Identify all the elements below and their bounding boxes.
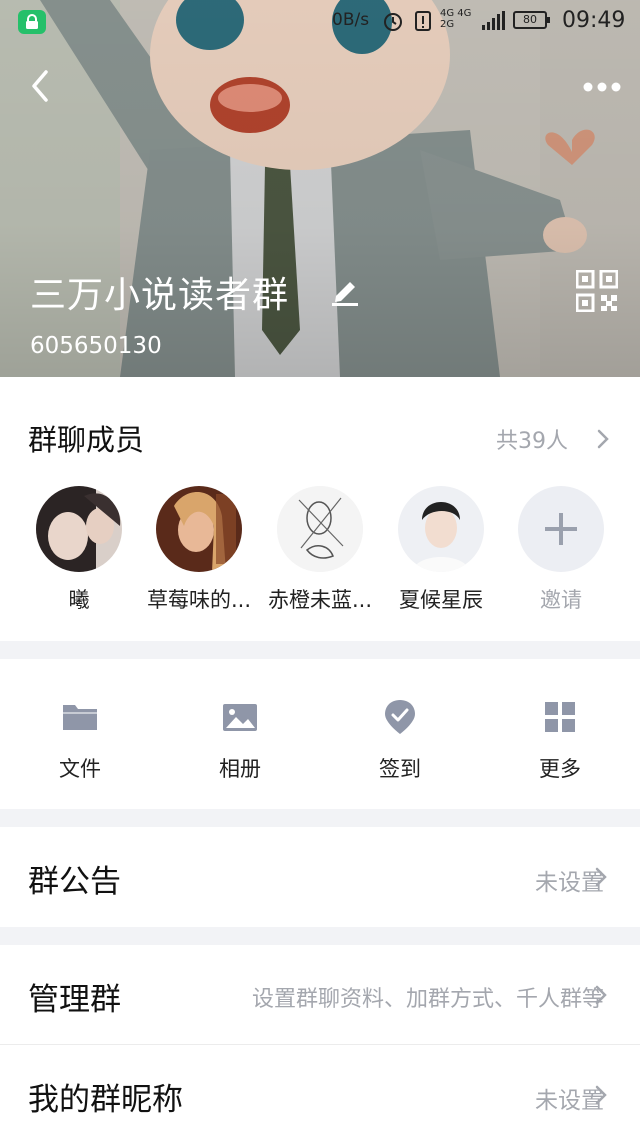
avatar (36, 486, 122, 572)
add-icon (518, 486, 604, 572)
battery-icon: 80 (513, 11, 550, 29)
checkin-button[interactable]: 签到 (340, 697, 460, 783)
action-label: 签到 (379, 757, 421, 781)
alarm-icon (384, 13, 402, 31)
member-name: 曦 (68, 588, 90, 612)
clock: 09:49 (562, 8, 626, 33)
member-name: 赤橙未蓝... (267, 588, 373, 612)
cover-shade (0, 0, 640, 377)
more-button[interactable]: 更多 (500, 697, 620, 783)
manage-group-row[interactable]: 管理群 设置群聊资料、加群方式、千人群等 (0, 945, 640, 1045)
group-name: 三万小说读者群 (30, 275, 290, 316)
files-button[interactable]: 文件 (20, 697, 140, 783)
action-label: 更多 (539, 757, 581, 781)
invite-label: 邀请 (540, 588, 582, 612)
folder-icon (63, 705, 97, 730)
row-label: 群公告 (28, 864, 121, 900)
edit-name-icon[interactable] (330, 276, 360, 306)
member-name: 夏候星辰 (399, 588, 483, 612)
row-value: 设置群聊资料、加群方式、千人群等 (251, 987, 604, 1012)
status-bar: 0B/s 4G 4G 2G 80 09:49 (0, 0, 640, 44)
members-count[interactable]: 共39人 (496, 423, 568, 455)
announcement-row[interactable]: 群公告 未设置 (0, 827, 640, 927)
checkin-icon (385, 700, 415, 734)
back-button[interactable] (26, 66, 56, 106)
image-icon (223, 704, 257, 731)
network-type: 4G 4G 2G (440, 8, 472, 30)
avatar (398, 486, 484, 572)
row-label: 我的群昵称 (28, 1082, 183, 1118)
group-profile-page: 0B/s 4G 4G 2G 80 09:49 三万小说读者群 605650130… (0, 0, 640, 1138)
member-item[interactable]: 夏候星辰 (380, 486, 502, 614)
member-item[interactable]: 草莓味的... (138, 486, 260, 614)
chevron-right-icon (595, 985, 607, 1005)
avatar (156, 486, 242, 572)
quick-actions: 文件 相册 签到 更多 (0, 659, 640, 809)
action-label: 相册 (219, 757, 261, 781)
chevron-right-icon (595, 1085, 607, 1105)
action-label: 文件 (59, 757, 101, 781)
group-id: 605650130 (30, 333, 162, 359)
notice-icon (415, 11, 431, 31)
net-speed: 0B/s (332, 10, 370, 30)
chevron-right-icon[interactable] (596, 428, 610, 450)
member-name: 草莓味的... (146, 588, 252, 612)
signal-icon (482, 11, 505, 30)
row-label: 管理群 (28, 982, 121, 1018)
member-item[interactable]: 曦 (18, 486, 140, 614)
chevron-right-icon (595, 867, 607, 887)
more-options-button[interactable] (578, 72, 626, 102)
qr-code-icon[interactable] (576, 270, 618, 312)
members-section: 群聊成员 共39人 曦 草莓味的... 赤橙未蓝... 夏候星辰 邀请 (0, 377, 640, 641)
album-button[interactable]: 相册 (180, 697, 300, 783)
header-cover: 0B/s 4G 4G 2G 80 09:49 三万小说读者群 605650130 (0, 0, 640, 377)
members-title: 群聊成员 (28, 423, 145, 457)
invite-button[interactable]: 邀请 (500, 486, 622, 614)
member-item[interactable]: 赤橙未蓝... (259, 486, 381, 614)
my-nickname-row[interactable]: 我的群昵称 未设置 (0, 1045, 640, 1138)
avatar (277, 486, 363, 572)
lock-icon (18, 10, 46, 34)
grid-icon (545, 702, 575, 732)
